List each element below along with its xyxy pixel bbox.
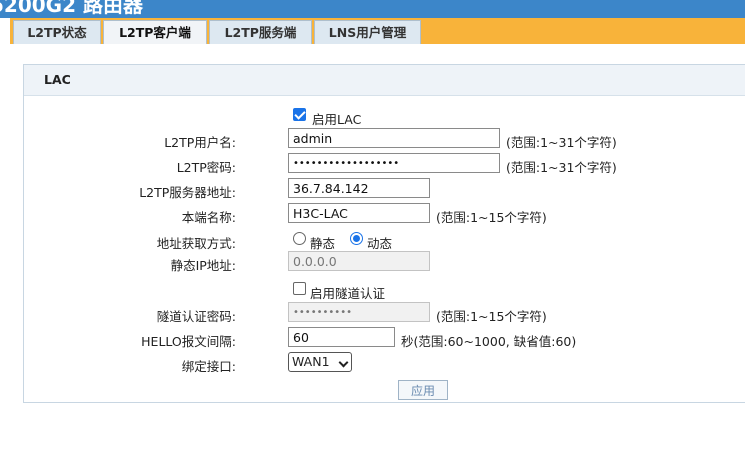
password-input[interactable]	[288, 153, 500, 173]
dynamic-radio-label: 动态	[367, 236, 393, 251]
row-username: L2TP用户名: (范围:1~31个字符)	[24, 128, 745, 150]
row-hello: HELLO报文间隔: 秒(范围:60~1000, 缺省值:60)	[24, 327, 745, 349]
tunnel-pwd-hint: (范围:1~15个字符)	[436, 309, 547, 324]
router-title: 5200G2 路由器	[0, 0, 143, 17]
static-ip-label: 静态IP地址:	[170, 258, 236, 273]
app-header: 5200G2 路由器	[0, 0, 745, 18]
tab-lns-user-mgmt[interactable]: LNS用户管理	[314, 20, 421, 44]
row-bind-if: 绑定接口: WAN1	[24, 352, 745, 374]
row-addr-mode: 地址获取方式: 静态 动态	[24, 229, 745, 251]
static-radio[interactable]	[293, 232, 306, 245]
bind-interface-select[interactable]: WAN1	[288, 352, 352, 372]
tab-strip: L2TP状态 L2TP客户端 L2TP服务端 LNS用户管理	[10, 18, 745, 44]
row-apply: 应用	[24, 380, 745, 402]
server-address-input[interactable]	[288, 178, 430, 198]
row-tunnel-pwd: 隧道认证密码: (范围:1~15个字符)	[24, 302, 745, 324]
hello-label: HELLO报文间隔:	[141, 334, 236, 349]
enable-lac-label: 启用LAC	[312, 112, 362, 127]
tunnel-password-input[interactable]	[288, 302, 430, 322]
tunnel-auth-label: 启用隧道认证	[310, 286, 386, 301]
row-password: L2TP密码: (范围:1~31个字符)	[24, 153, 745, 175]
lac-panel: LAC 启用LAC L2TP用户名: (范围:1~31个字符) L2TP密码: …	[23, 64, 745, 403]
panel-title: LAC	[24, 65, 745, 96]
chevron-down-icon	[338, 357, 349, 368]
static-ip-input[interactable]	[288, 251, 430, 271]
enable-lac-checkbox[interactable]	[293, 108, 306, 121]
apply-button[interactable]: 应用	[398, 380, 448, 400]
local-name-hint: (范围:1~15个字符)	[436, 210, 547, 225]
tab-l2tp-server[interactable]: L2TP服务端	[209, 20, 312, 44]
tunnel-pwd-label: 隧道认证密码:	[156, 309, 236, 324]
dynamic-radio[interactable]	[350, 232, 363, 245]
row-enable-lac: 启用LAC	[24, 105, 745, 127]
static-radio-label: 静态	[310, 236, 336, 251]
hello-interval-input[interactable]	[288, 327, 395, 347]
bind-if-label: 绑定接口:	[181, 359, 236, 374]
password-hint: (范围:1~31个字符)	[506, 160, 617, 175]
bind-interface-value: WAN1	[292, 354, 330, 369]
tab-l2tp-client[interactable]: L2TP客户端	[103, 20, 207, 44]
username-input[interactable]	[288, 128, 500, 148]
local-name-input[interactable]	[288, 203, 430, 223]
row-static-ip: 静态IP地址:	[24, 251, 745, 273]
tab-l2tp-status[interactable]: L2TP状态	[13, 20, 101, 44]
username-label: L2TP用户名:	[164, 135, 236, 150]
server-label: L2TP服务器地址:	[139, 185, 236, 200]
hello-hint: 秒(范围:60~1000, 缺省值:60)	[401, 334, 577, 349]
addr-mode-label: 地址获取方式:	[156, 236, 236, 251]
row-local-name: 本端名称: (范围:1~15个字符)	[24, 203, 745, 225]
username-hint: (范围:1~31个字符)	[506, 135, 617, 150]
row-tunnel-auth: 启用隧道认证	[24, 279, 745, 301]
local-name-label: 本端名称:	[181, 210, 236, 225]
tunnel-auth-checkbox[interactable]	[293, 282, 306, 295]
row-server: L2TP服务器地址:	[24, 178, 745, 200]
password-label: L2TP密码:	[176, 160, 236, 175]
content-area: LAC 启用LAC L2TP用户名: (范围:1~31个字符) L2TP密码: …	[10, 44, 745, 459]
